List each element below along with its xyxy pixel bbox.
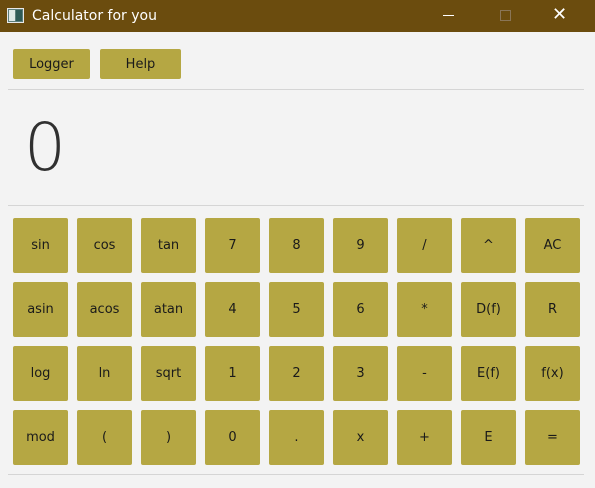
key-multiply[interactable]: * [397,282,452,337]
key-9[interactable]: 9 [333,218,388,273]
key-7[interactable]: 7 [205,218,260,273]
divider-top [8,89,584,90]
key-decimal[interactable]: . [269,410,324,465]
key-open-paren[interactable]: ( [77,410,132,465]
minimize-button[interactable] [426,0,472,32]
key-0[interactable]: 0 [205,410,260,465]
close-button[interactable]: ✕ [541,0,587,32]
key-add[interactable]: + [397,410,452,465]
key-derivative[interactable]: D(f) [461,282,516,337]
maximize-button[interactable] [483,0,529,32]
key-close-paren[interactable]: ) [141,410,196,465]
window-title: Calculator for you [32,8,157,24]
key-8[interactable]: 8 [269,218,324,273]
key-log[interactable]: log [13,346,68,401]
key-3[interactable]: 3 [333,346,388,401]
key-power[interactable]: ^ [461,218,516,273]
logger-button[interactable]: Logger [13,49,90,79]
title-bar: Calculator for you ✕ [0,0,595,32]
keypad: sin cos tan 7 8 9 / ^ AC asin acos atan … [13,218,580,465]
divider-middle [8,205,584,206]
key-acos[interactable]: acos [77,282,132,337]
key-asin[interactable]: asin [13,282,68,337]
close-icon: ✕ [552,4,568,25]
key-cos[interactable]: cos [77,218,132,273]
key-4[interactable]: 4 [205,282,260,337]
key-equals[interactable]: = [525,410,580,465]
minimize-icon [443,15,454,16]
key-ln[interactable]: ln [77,346,132,401]
divider-bottom [8,474,584,475]
key-exponent[interactable]: E [461,410,516,465]
key-variable-x[interactable]: x [333,410,388,465]
key-subtract[interactable]: - [397,346,452,401]
key-mod[interactable]: mod [13,410,68,465]
key-function[interactable]: f(x) [525,346,580,401]
key-divide[interactable]: / [397,218,452,273]
help-button[interactable]: Help [100,49,181,79]
key-6[interactable]: 6 [333,282,388,337]
key-r[interactable]: R [525,282,580,337]
calculator-app-icon [7,8,24,23]
key-evaluate-function[interactable]: E(f) [461,346,516,401]
key-1[interactable]: 1 [205,346,260,401]
key-2[interactable]: 2 [269,346,324,401]
key-5[interactable]: 5 [269,282,324,337]
key-all-clear[interactable]: AC [525,218,580,273]
key-tan[interactable]: tan [141,218,196,273]
key-atan[interactable]: atan [141,282,196,337]
key-sin[interactable]: sin [13,218,68,273]
key-sqrt[interactable]: sqrt [141,346,196,401]
display-value: 0 [24,109,66,186]
maximize-icon [500,10,511,21]
